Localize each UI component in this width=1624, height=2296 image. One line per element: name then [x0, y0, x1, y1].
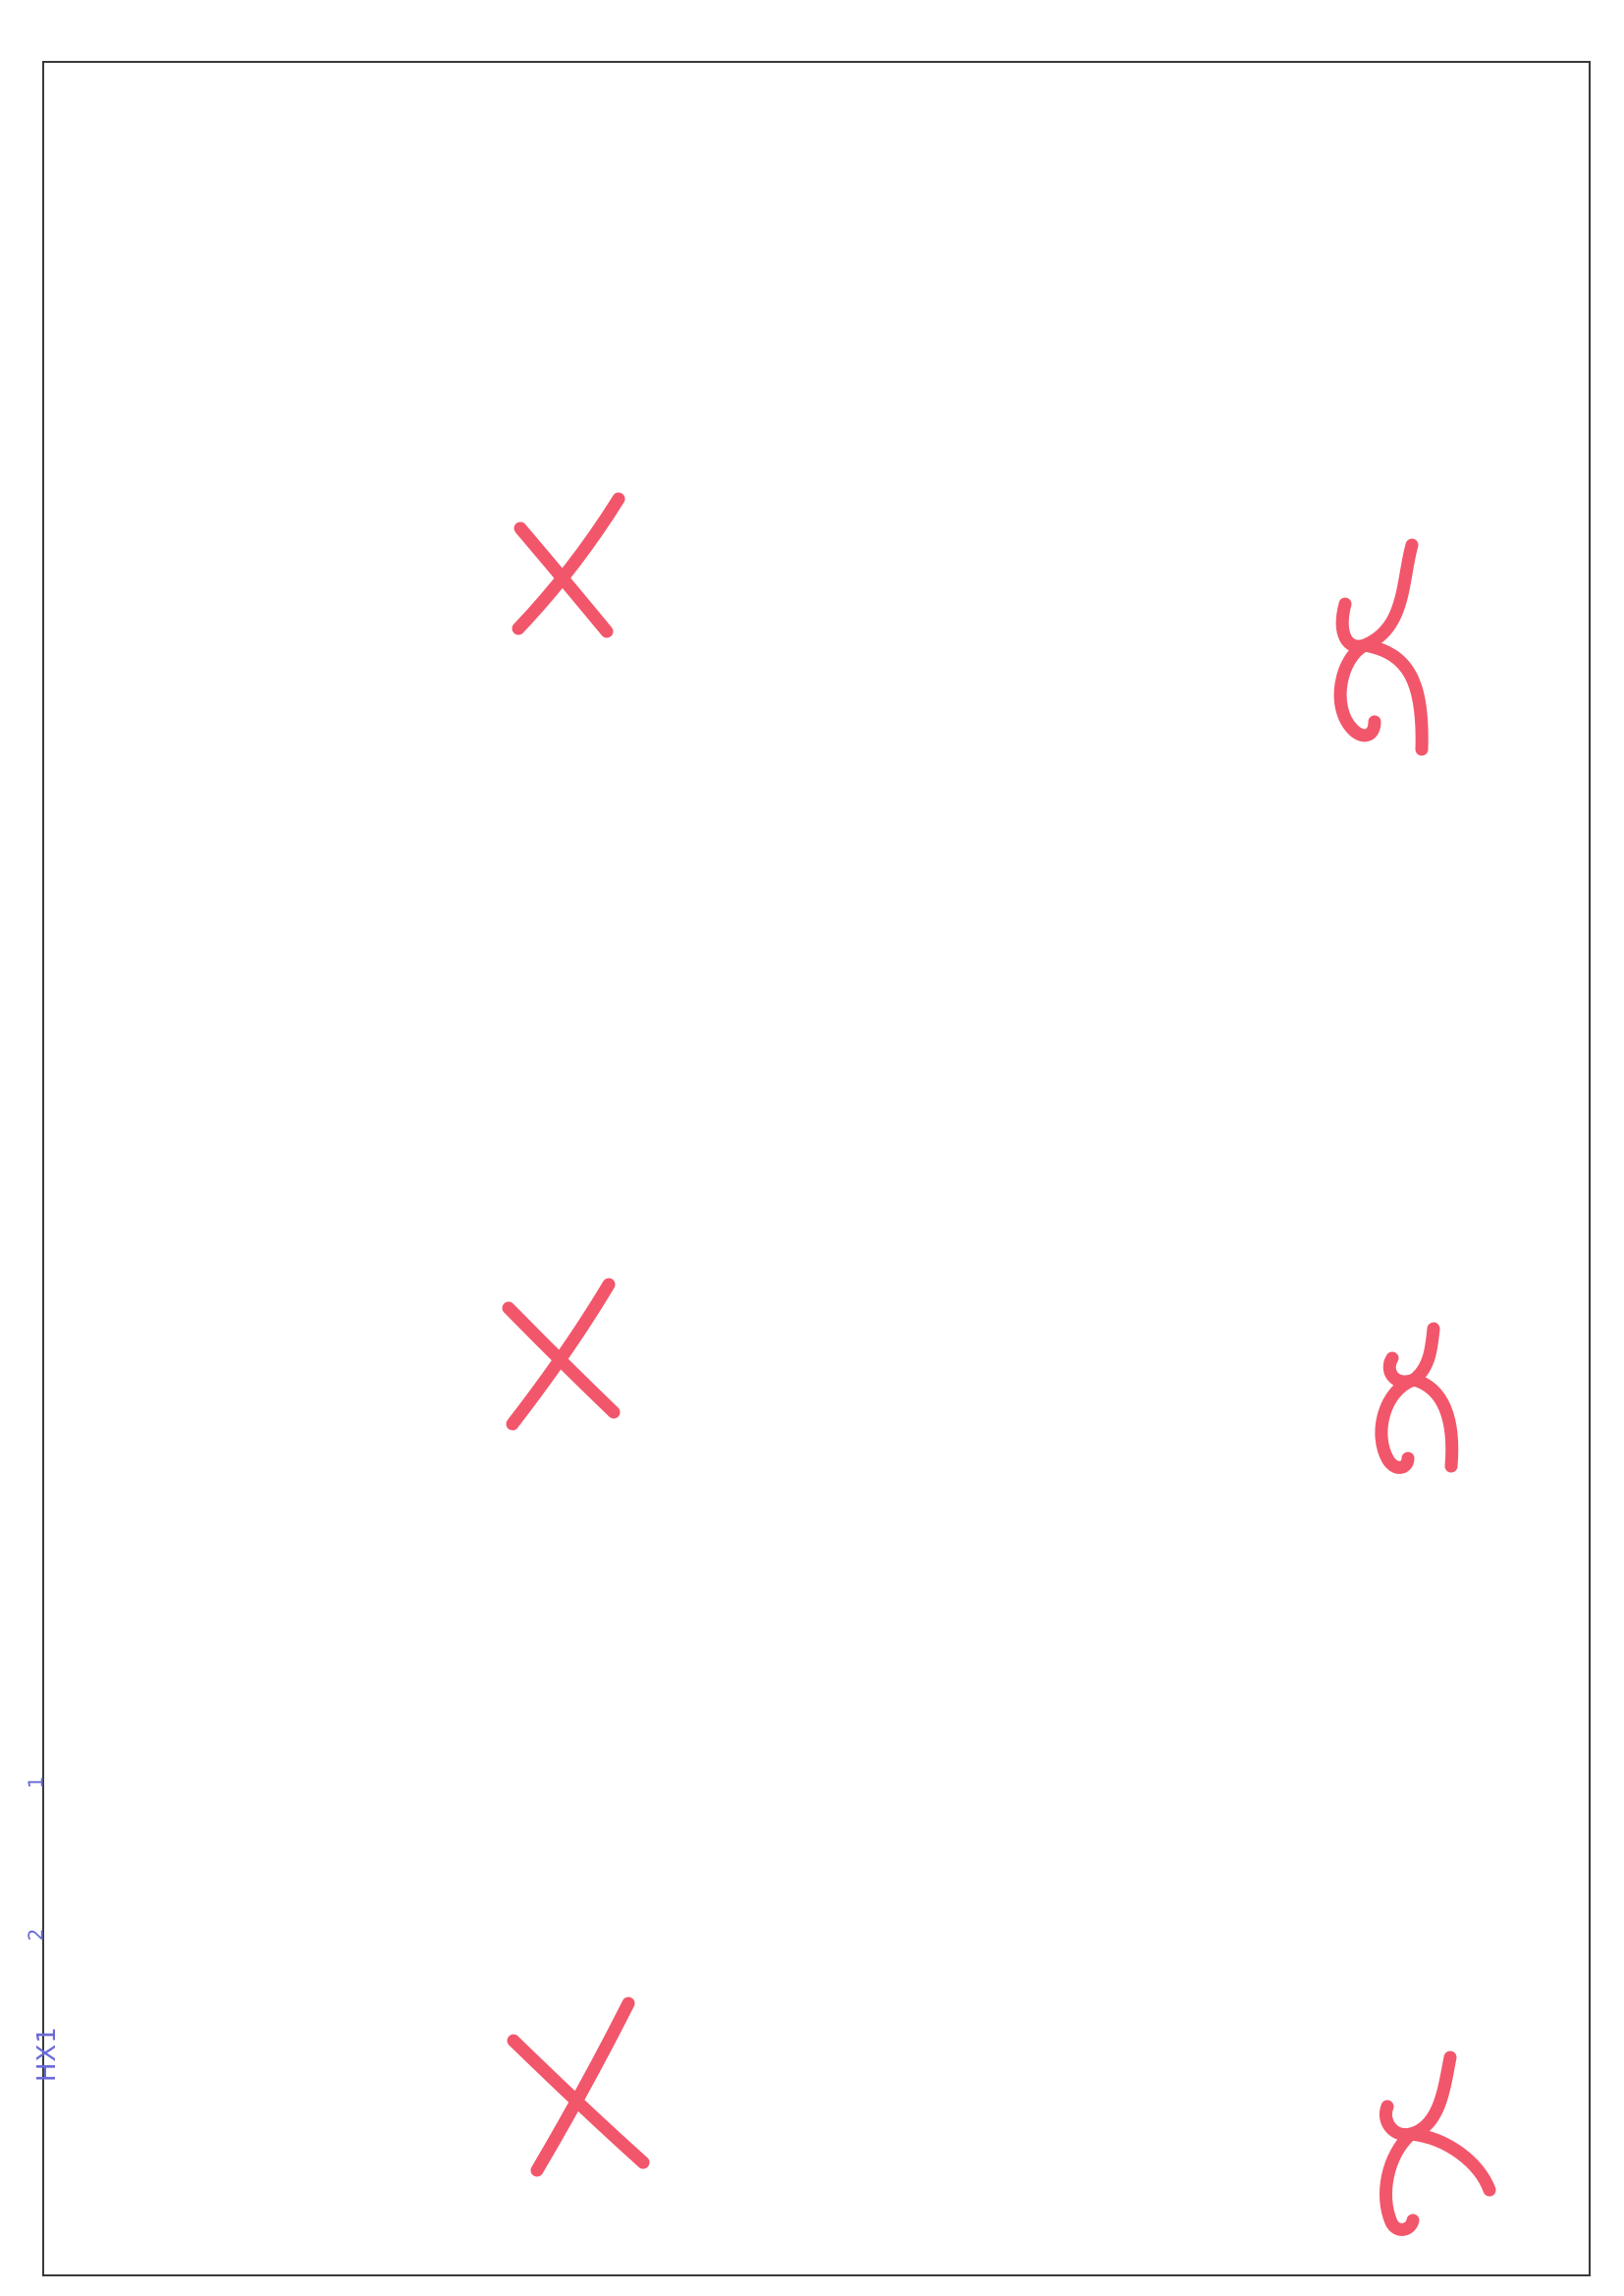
mark-x-row2-right [1375, 1322, 1459, 1474]
mark-x-row2-left [502, 1278, 621, 1431]
margin-tick-2: 2 [24, 1928, 48, 1941]
mark-x-row1-left [512, 492, 625, 638]
margin-code: HX1 [32, 2026, 62, 2082]
mark-x-row3-left [507, 1996, 650, 2177]
page-border [42, 61, 1591, 2276]
margin-tick-1: 1 [24, 1776, 48, 1789]
mark-x-row3-right [1380, 2050, 1496, 2236]
mark-x-row1-right [1333, 538, 1429, 756]
